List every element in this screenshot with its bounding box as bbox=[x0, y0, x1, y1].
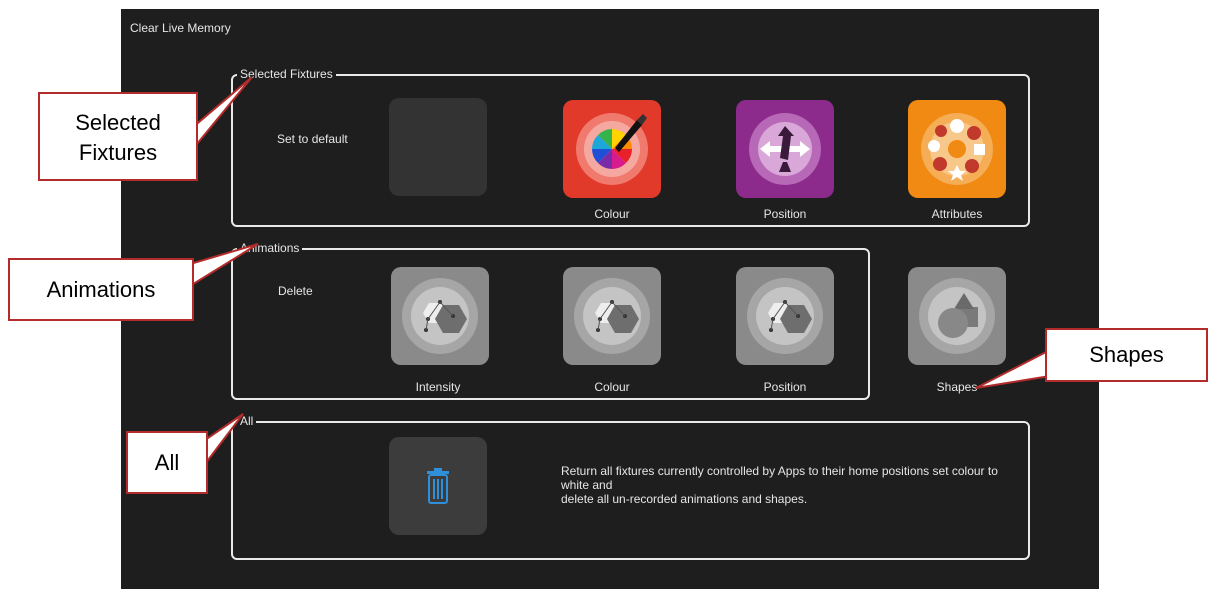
callout-selected-line-1: Selected bbox=[75, 110, 161, 135]
callout-all-text: All bbox=[154, 450, 180, 475]
callout-all: All bbox=[126, 431, 208, 494]
callout-selected-line-2: Fixtures bbox=[78, 140, 158, 165]
callout-animations-text: Animations bbox=[46, 277, 156, 302]
callout-shapes-text: Shapes bbox=[1089, 342, 1164, 367]
callout-shapes: Shapes bbox=[1045, 328, 1208, 382]
callout-animations: Animations bbox=[8, 258, 194, 321]
callout-selected-fixtures: Selected Fixtures bbox=[38, 92, 198, 181]
